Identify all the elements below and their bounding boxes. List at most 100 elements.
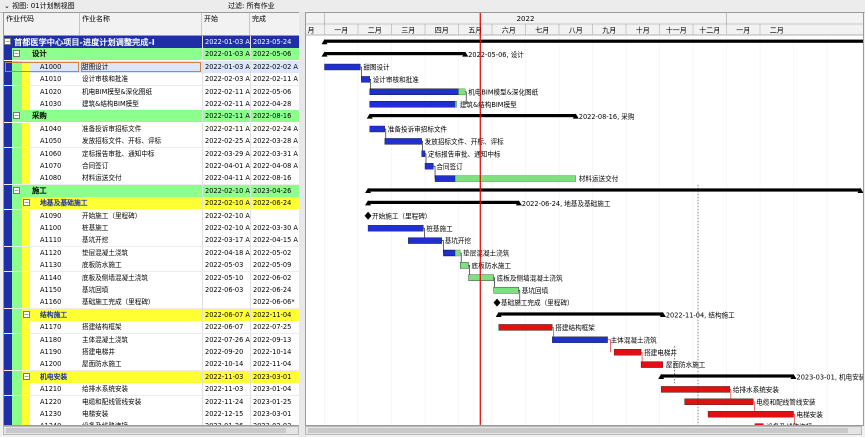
month-label: 八月 (569, 27, 583, 35)
activity-id: A1210 (40, 385, 62, 394)
collapse-toggle-icon[interactable]: − (13, 50, 20, 58)
wbs-row[interactable]: − 地基及基础施工 2022-02-10 A 2022-06-24 (4, 197, 300, 210)
start-date: 2022-02-25 A (202, 135, 250, 148)
activity-bar (408, 237, 442, 244)
col-header-name[interactable]: 作业名称 (80, 13, 202, 35)
table-row[interactable]: A1040 准备投诉审招标文件 2022-02-11 A 2022-02-24 A (4, 122, 300, 136)
start-date: 2022-02-11 A (202, 122, 250, 135)
table-row[interactable]: A1130 底板防水施工 2022-05-03 2022-05-09 (4, 259, 300, 273)
actual-bar (443, 249, 456, 257)
table-row[interactable]: A1000 甜图设计 2022-01-03 A 2022-02-02 A (4, 60, 300, 74)
table-row[interactable]: A1060 定标报告审批、通知中标 2022-03-29 A 2022-03-31 A (4, 147, 300, 161)
table-row[interactable]: A1160 基础施工完成（里程碑） 2022-06-06* (4, 296, 300, 310)
bar-label: 基础施工完成（里程碑） (501, 298, 574, 307)
activity-name: 合同签订 (82, 162, 109, 170)
bar-label: 桩基施工 (426, 224, 453, 233)
summary-bar (368, 188, 861, 192)
scrollbar-thumb[interactable] (308, 428, 848, 433)
table-row[interactable]: A1070 合同签订 2022-04-01 A 2022-04-08 A (4, 160, 300, 173)
table-row[interactable]: A1050 发放招标文件、开标、评标 2022-02-25 A 2022-03-28 … (4, 135, 300, 149)
table-row[interactable]: A1030 建筑&结构BIM模型 2022-02-11 A 2022-04-28 (4, 98, 300, 111)
table-row[interactable]: A1110 基坑开挖 2022-03-17 A 2022-04-15 A (4, 234, 300, 248)
activity-bar (684, 398, 754, 405)
table-row[interactable]: A1210 给排水系统安装 2022-11-03 2023-01-04 (4, 383, 300, 397)
wbs-row[interactable]: − 施工 2022-02-10 A 2023-04-26 (4, 184, 300, 197)
table-row[interactable]: A1180 主体混凝土浇筑 2022-07-26 A 2022-09-13 (4, 333, 300, 347)
start-date (202, 296, 250, 309)
remaining-bar (458, 88, 466, 96)
table-row[interactable]: A1020 机电BIM模型&深化图纸 2022-02-11 A 2022-05-06 (4, 85, 300, 99)
chevron-down-icon[interactable]: ⌄ (4, 2, 10, 10)
table-row[interactable]: A1100 桩基施工 2022-02-10 A 2022-03-30 A (4, 222, 300, 235)
start-date: 2022-02-03 A (202, 73, 250, 86)
activity-name: 主体混凝土浇筑 (82, 335, 129, 344)
gantt-horizontal-scrollbar[interactable] (305, 426, 862, 435)
activity-id: A1190 (40, 348, 62, 356)
finish-date: 2022-11-04 (250, 358, 300, 371)
finish-date: 2022-08-16 (250, 110, 300, 123)
table-row[interactable]: A1220 电缆和配线管线安装 2022-11-24 2023-01-25 (4, 395, 300, 409)
activity-id: A1200 (40, 360, 62, 369)
collapse-toggle-icon[interactable]: − (23, 310, 30, 318)
activity-id: A1010 (40, 75, 62, 84)
table-row[interactable]: A1150 基坑回填 2022-06-03 2022-06-24 (4, 284, 300, 297)
table-row[interactable]: A1200 屋面防水施工 2022-10-14 2022-11-04 (4, 358, 300, 372)
table-row[interactable]: A1230 电梯安装 2022-12-15 2023-03-01 (4, 408, 300, 421)
table-row[interactable]: A1170 搭建结构框架 2022-06-07 2022-07-25 (4, 321, 300, 335)
finish-date: 2022-04-15 A (250, 234, 300, 247)
activity-bar (614, 349, 642, 356)
wbs-row[interactable]: − 结构施工 2022-06-07 A 2022-11-04 (4, 308, 300, 321)
table-row[interactable]: A1140 底板及侧墙混凝土浇筑 2022-05-10 2022-06-02 (4, 271, 300, 285)
row-indent-band (4, 370, 12, 383)
table-row[interactable]: A1120 垫层混凝土浇筑 2022-04-18 A 2022-05-02 (4, 246, 300, 260)
month-label: 一月 (334, 27, 348, 35)
activity-id: A1220 (40, 397, 62, 406)
start-date: 2022-04-18 A (202, 246, 250, 259)
filter-label[interactable]: 过滤: 所有作业 (228, 1, 275, 11)
activity-name: 发放招标文件、开标、评标 (82, 137, 162, 146)
collapse-toggle-icon[interactable]: − (23, 199, 30, 207)
activity-name: 给排水系统安装 (82, 385, 129, 394)
table-row[interactable]: A1080 材料运送交付 2022-04-11 A 2022-08-16 (4, 172, 300, 186)
scrollbar-thumb[interactable] (6, 428, 286, 433)
table-horizontal-scrollbar[interactable] (3, 426, 299, 435)
month-label: 一月 (736, 27, 750, 35)
start-date: 2022-02-10 A (202, 222, 250, 234)
wbs-row[interactable]: − 设计 2022-01-03 A 2022-05-06 (4, 48, 300, 61)
wbs-row[interactable]: − 首都医学中心项目-进度计划调整完成-I 2022-01-03 A 2023-05-… (4, 36, 300, 48)
activity-id: A1160 (40, 298, 62, 307)
activity-name: 定标报告审批、通知中标 (82, 149, 155, 158)
collapse-toggle-icon[interactable]: − (13, 186, 20, 194)
start-date: 2022-11-24 (202, 395, 250, 408)
finish-date: 2022-08-16 (250, 172, 300, 185)
wbs-row[interactable]: − 机电安装 2022-11-03 2023-03-01 (4, 370, 300, 383)
activity-id: A1030 (40, 100, 62, 108)
bar-label: 设备及线路连接 (766, 422, 813, 425)
remaining-bar (454, 100, 458, 108)
finish-date: 2023-03-01 (250, 370, 300, 383)
activity-id: A1230 (40, 410, 62, 418)
collapse-toggle-icon[interactable]: − (23, 372, 30, 380)
col-header-start[interactable]: 开始 (202, 13, 250, 35)
activity-name: 开始施工（里程碑） (82, 211, 142, 220)
activity-id: A1170 (40, 323, 62, 332)
bar-label: 电缆和配线管线安装 (756, 397, 816, 406)
bar-label: 屋面防水施工 (666, 360, 706, 369)
collapse-toggle-icon[interactable]: − (4, 38, 11, 45)
wbs-row[interactable]: − 采购 2022-02-11 A 2022-08-16 (4, 110, 300, 123)
table-row[interactable]: A1190 搭建电梯井 2022-09-20 2022-10-14 (4, 346, 300, 359)
collapse-toggle-icon[interactable]: − (13, 112, 20, 120)
activity-name: 设计审核和批准 (82, 75, 129, 84)
col-header-id[interactable]: 作业代码 (4, 13, 80, 35)
relationship-line (433, 165, 436, 179)
table-row[interactable]: A1010 设计审核和批准 2022-02-03 A 2022-02-11 A (4, 73, 300, 87)
col-header-finish[interactable]: 完成 (250, 13, 300, 35)
activity-bar (707, 411, 794, 418)
activity-bar (754, 423, 764, 425)
activity-name: 基坑回填 (82, 286, 109, 294)
table-row[interactable]: A1090 开始施工（里程碑） 2022-02-10 A (4, 209, 300, 223)
view-selector[interactable]: ⌄ 视图: 01计划制视图 (4, 1, 75, 11)
activity-id: A1060 (40, 149, 62, 158)
activity-id: A1040 (40, 124, 62, 133)
start-date: 2022-01-03 A (202, 36, 250, 48)
